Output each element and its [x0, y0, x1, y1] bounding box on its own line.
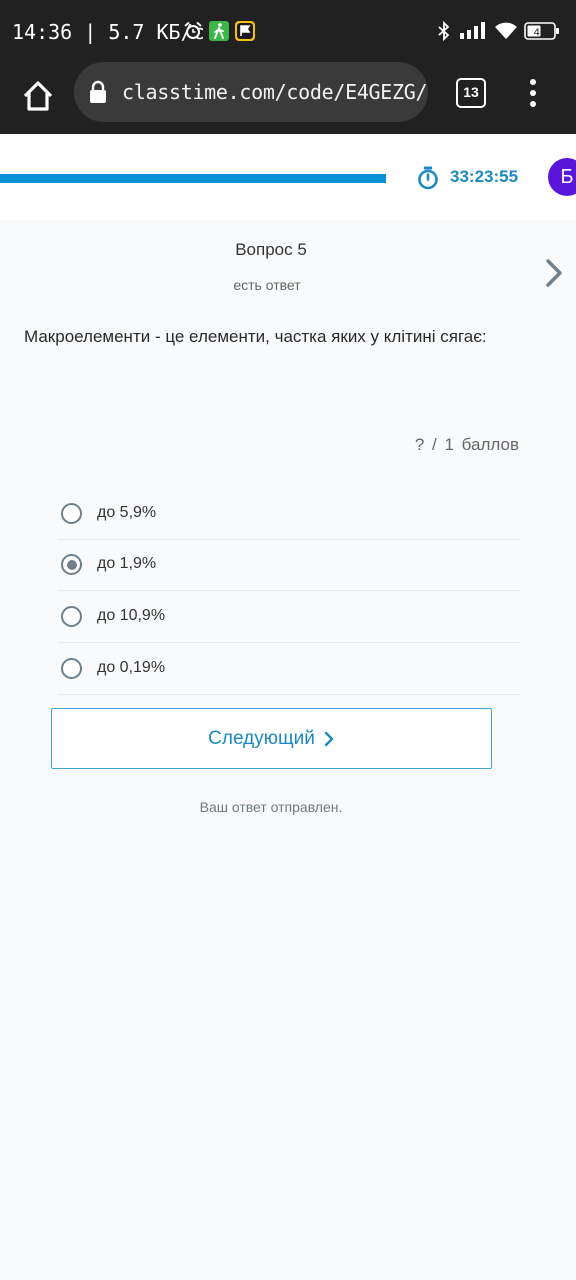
chevron-right-icon	[324, 731, 334, 747]
next-button[interactable]: Следующий	[51, 708, 492, 769]
answer-option[interactable]: до 0,19%	[58, 643, 520, 695]
walking-icon	[209, 21, 229, 41]
next-button-label: Следующий	[208, 728, 315, 749]
bluetooth-icon	[438, 21, 450, 41]
flag-icon	[235, 21, 255, 41]
timer: 33:23:55	[450, 167, 519, 186]
next-question-icon[interactable]	[541, 258, 567, 288]
alarm-icon	[184, 21, 202, 39]
option-label: до 10,9%	[97, 607, 166, 624]
progress-bar	[0, 174, 386, 183]
status-bar: 14:36 | 5.7 КБ/с 46	[0, 0, 576, 62]
answer-option-selected[interactable]: до 1,9%	[58, 539, 520, 591]
radio-button[interactable]	[61, 503, 82, 524]
wifi-icon	[495, 22, 517, 39]
address-bar[interactable]: classtime.com/code/E4GEZG/	[74, 62, 428, 122]
option-label: до 5,9%	[97, 504, 157, 521]
points-label: ? / 1 баллов	[414, 435, 519, 454]
more-menu-icon[interactable]	[522, 76, 544, 110]
battery-icon: 46	[524, 22, 559, 40]
option-label: до 0,19%	[97, 659, 166, 676]
lock-icon	[90, 80, 106, 103]
browser-toolbar: classtime.com/code/E4GEZG/ 13	[0, 62, 576, 134]
question-text: Макроелементи - це елементи, частка яких…	[24, 327, 487, 346]
home-icon[interactable]	[18, 76, 58, 116]
url-text: classtime.com/code/E4GEZG/	[122, 80, 428, 104]
quiz-header: 33:23:55 Б	[0, 134, 576, 220]
radio-button-checked[interactable]	[61, 554, 82, 575]
status-time-speed: 14:36 | 5.7 КБ/с	[12, 20, 205, 44]
option-label: до 1,9%	[97, 555, 157, 572]
answer-status: есть ответ	[233, 277, 301, 293]
answer-option[interactable]: до 10,9%	[58, 591, 520, 643]
tab-count-button[interactable]: 13	[456, 78, 486, 108]
answer-option[interactable]: до 5,9%	[58, 488, 520, 540]
stopwatch-icon	[418, 166, 438, 190]
battery-level: 46	[534, 28, 547, 39]
signal-icon	[460, 22, 485, 39]
submission-status: Ваш ответ отправлен.	[199, 799, 343, 815]
question-title: Вопрос 5	[235, 240, 307, 259]
radio-button[interactable]	[61, 606, 82, 627]
avatar[interactable]: Б	[548, 158, 576, 196]
radio-button[interactable]	[61, 658, 82, 679]
